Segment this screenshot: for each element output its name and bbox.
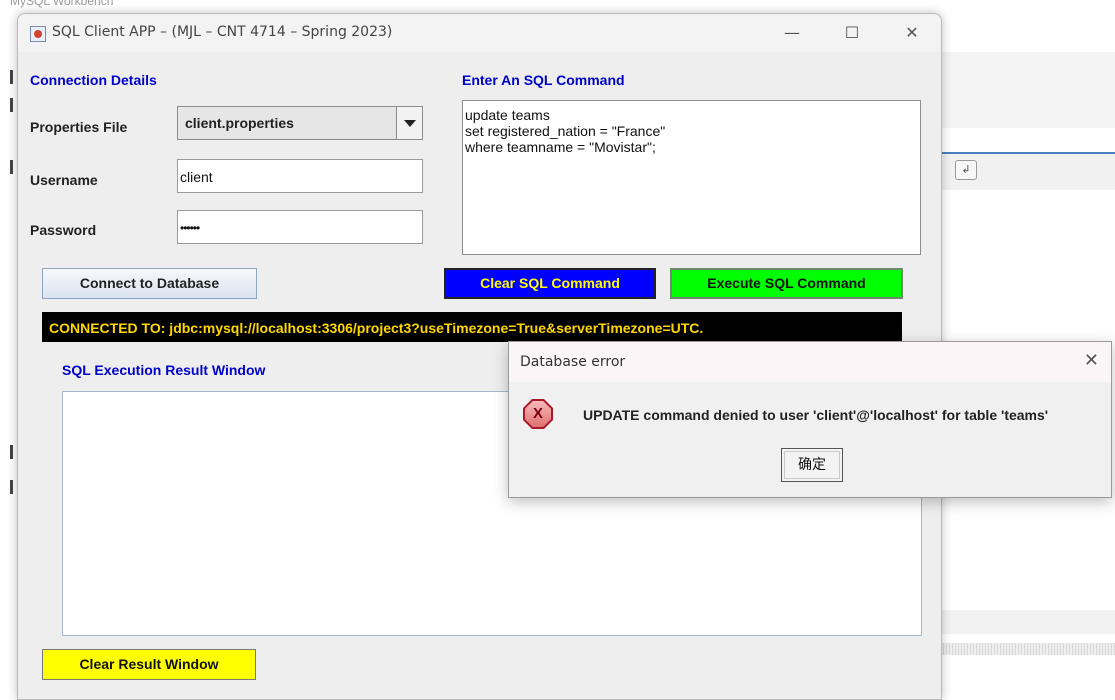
- maximize-button[interactable]: ☐: [830, 18, 874, 48]
- password-field[interactable]: ••••••: [177, 210, 423, 244]
- connect-to-database-button[interactable]: Connect to Database: [42, 268, 257, 299]
- error-icon-glyph: X: [532, 405, 543, 422]
- background-lower-panel: [940, 610, 1115, 634]
- error-message: UPDATE command denied to user 'client'@'…: [583, 407, 1049, 423]
- username-field[interactable]: client: [177, 159, 423, 193]
- connection-status-text: CONNECTED TO: jdbc:mysql://localhost:330…: [49, 320, 704, 336]
- chevron-down-icon[interactable]: [396, 107, 422, 139]
- username-label: Username: [30, 172, 98, 188]
- password-label: Password: [30, 222, 97, 238]
- wrap-icon[interactable]: ↲: [955, 160, 977, 180]
- close-button[interactable]: ✕: [890, 18, 934, 48]
- dialog-close-button[interactable]: ✕: [1084, 350, 1099, 371]
- execute-sql-command-button[interactable]: Execute SQL Command: [670, 268, 903, 299]
- connection-details-heading: Connection Details: [30, 72, 157, 88]
- background-app-caption: MySQL Workbench: [10, 0, 114, 8]
- background-scroll-strip: [940, 643, 1115, 655]
- result-window-heading: SQL Execution Result Window: [62, 362, 266, 378]
- window-titlebar[interactable]: SQL Client APP – (MJL – CNT 4714 – Sprin…: [18, 14, 941, 52]
- dialog-titlebar[interactable]: Database error ✕: [509, 342, 1111, 382]
- error-icon: X: [523, 399, 553, 429]
- java-app-icon: [30, 26, 46, 42]
- ok-button[interactable]: 确定: [781, 448, 843, 482]
- connection-status-bar: CONNECTED TO: jdbc:mysql://localhost:330…: [42, 312, 902, 342]
- properties-file-label: Properties File: [30, 119, 128, 135]
- clear-sql-command-button[interactable]: Clear SQL Command: [444, 268, 656, 299]
- database-error-dialog: Database error ✕ X UPDATE command denied…: [508, 341, 1112, 498]
- properties-file-dropdown[interactable]: client.properties: [177, 106, 423, 140]
- clear-result-window-button[interactable]: Clear Result Window: [42, 649, 256, 680]
- dialog-title: Database error: [520, 354, 626, 370]
- sql-command-input[interactable]: update teams set registered_nation = "Fr…: [462, 100, 921, 255]
- background-panel: [940, 52, 1115, 128]
- window-title: SQL Client APP – (MJL – CNT 4714 – Sprin…: [52, 24, 393, 40]
- sql-command-heading: Enter An SQL Command: [462, 72, 625, 88]
- properties-file-value: client.properties: [185, 115, 294, 131]
- minimize-button[interactable]: —: [770, 18, 814, 48]
